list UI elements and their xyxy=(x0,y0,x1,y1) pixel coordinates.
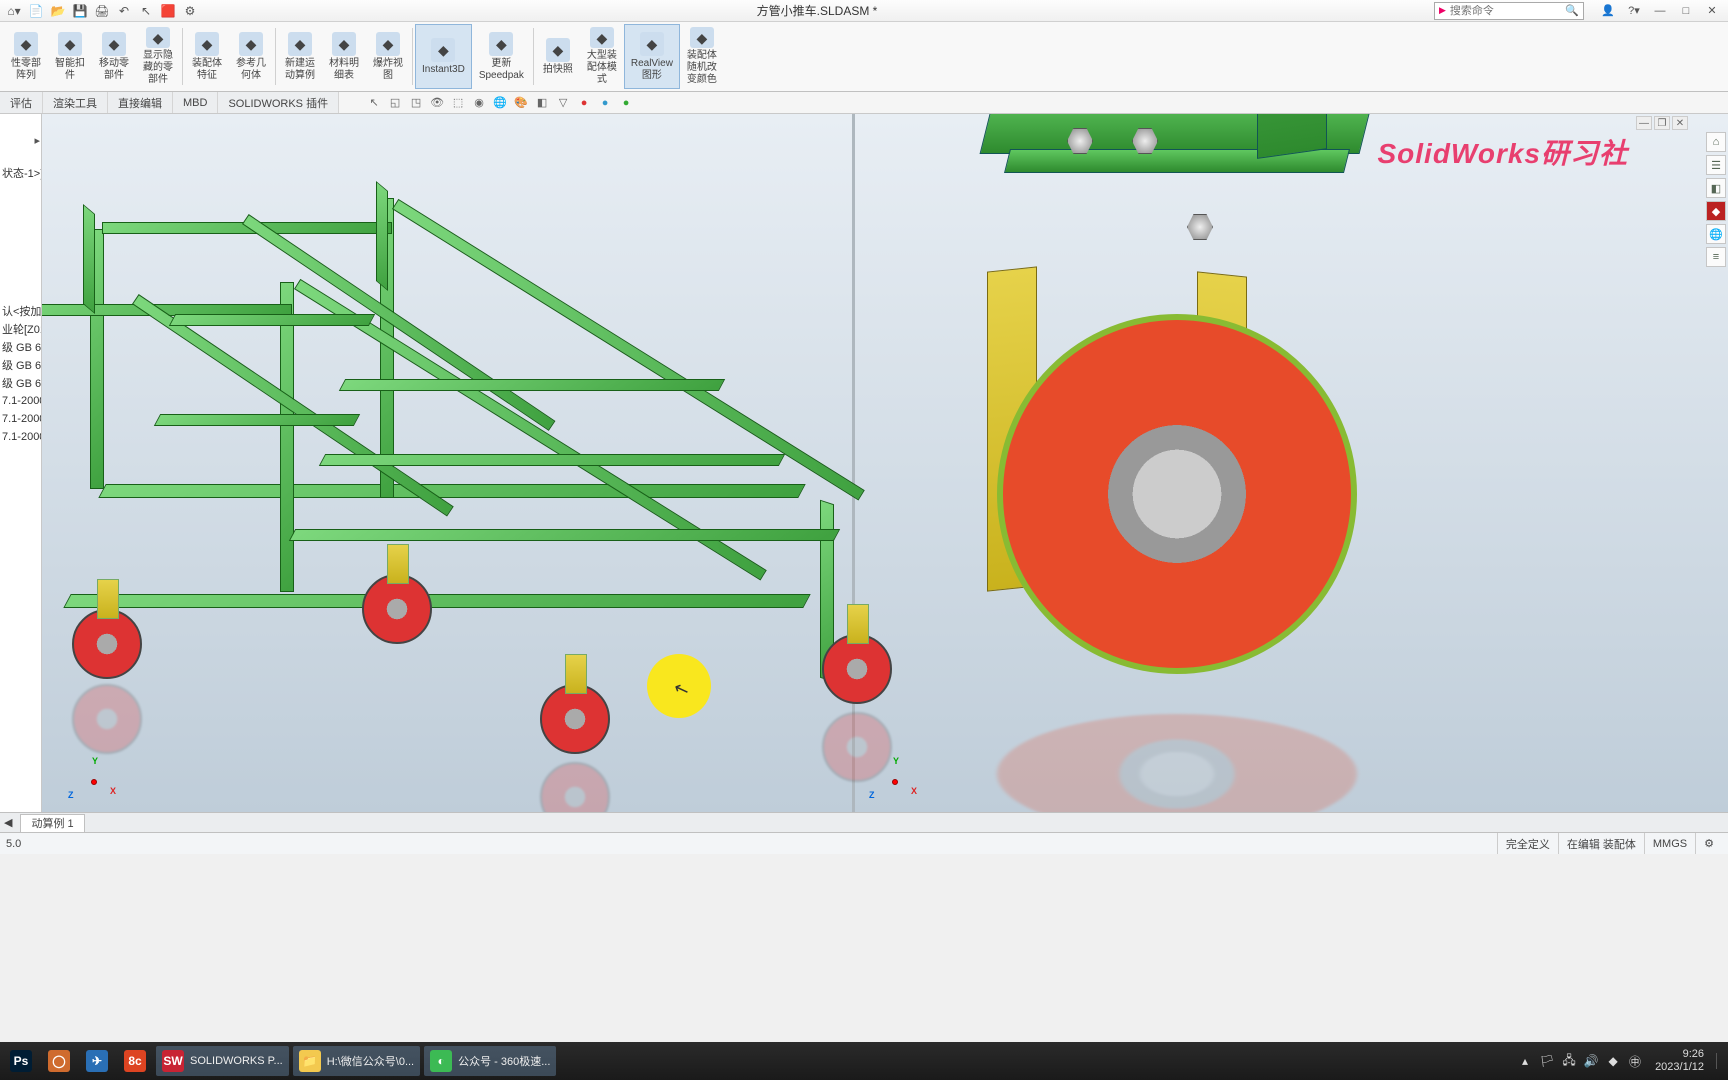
tray-vol-icon[interactable]: 🔊 xyxy=(1583,1053,1599,1069)
cube2-icon[interactable]: ◳ xyxy=(407,94,425,112)
tree-config[interactable]: 状态-1>) xyxy=(0,164,41,182)
app-menu-icon[interactable]: ⌂▾ xyxy=(4,2,24,20)
scene-icon[interactable]: 🌐 xyxy=(491,94,509,112)
tab-直接编辑[interactable]: 直接编辑 xyxy=(108,92,173,113)
taskbar-Ps[interactable]: Ps xyxy=(4,1046,38,1076)
render-icon[interactable]: ● xyxy=(575,94,593,112)
save-icon[interactable]: 💾 xyxy=(70,2,90,20)
taskbar-8c[interactable]: 8c xyxy=(118,1046,152,1076)
open-icon[interactable]: 📂 xyxy=(48,2,68,20)
tree-item[interactable]: 级 GB 61 xyxy=(0,374,41,392)
undo-icon[interactable]: ↶ xyxy=(114,2,134,20)
close-button[interactable]: ✕ xyxy=(1700,3,1724,19)
tray-app-icon[interactable]: ◆ xyxy=(1605,1053,1621,1069)
texture-icon[interactable]: ◧ xyxy=(533,94,551,112)
tree-item[interactable]: 认<按加口 xyxy=(0,302,41,320)
taskbar-H:\微信公众号\0...[interactable]: 📁H:\微信公众号\0... xyxy=(293,1046,420,1076)
tab-评估[interactable]: 评估 xyxy=(0,92,43,113)
ribbon-材料明细表[interactable]: ◆材料明细表 xyxy=(322,24,366,89)
tray-clock[interactable]: 9:26 2023/1/12 xyxy=(1655,1048,1704,1074)
feature-tree[interactable]: ▸ 状态-1>) 认<按加口业轮[Z01-级 GB 61级 GB 61级 GB … xyxy=(0,114,42,812)
status-mode: 在编辑 装配体 xyxy=(1558,833,1644,854)
help-icon[interactable]: ?▾ xyxy=(1622,3,1646,19)
status-left: 5.0 xyxy=(6,838,21,850)
status-defined: 完全定义 xyxy=(1497,833,1558,854)
ribbon-移动零部件[interactable]: ◆移动零部件 xyxy=(92,24,136,89)
ribbon-Instant3D[interactable]: ◆Instant3D xyxy=(415,24,472,89)
user-icon[interactable]: 👤 xyxy=(1596,3,1620,19)
ribbon-显示隐藏的零部件[interactable]: ◆显示隐藏的零部件 xyxy=(136,24,180,89)
ribbon-装配体特征[interactable]: ◆装配体特征 xyxy=(185,24,229,89)
taskbar-SOLIDWORKS P...[interactable]: SWSOLIDWORKS P... xyxy=(156,1046,289,1076)
new-icon[interactable]: 📄 xyxy=(26,2,46,20)
taskbar-公众号 - 360极速...[interactable]: ◐公众号 - 360极速... xyxy=(424,1046,556,1076)
cube-icon[interactable]: ◱ xyxy=(386,94,404,112)
maximize-button[interactable]: □ xyxy=(1674,3,1698,19)
print-icon[interactable]: 🖨 xyxy=(92,2,112,20)
ribbon-爆炸视图[interactable]: ◆爆炸视图 xyxy=(366,24,410,89)
render2-icon[interactable]: ● xyxy=(596,94,614,112)
model-tab-scroll-left-icon[interactable]: ◀ xyxy=(4,816,12,829)
taskbar-◯[interactable]: ◯ xyxy=(42,1046,76,1076)
ribbon-装配体随机改变颜色[interactable]: ◆装配体随机改变颜色 xyxy=(680,24,724,89)
minimize-button[interactable]: — xyxy=(1648,3,1672,19)
search-icon: 🔍 xyxy=(1565,4,1579,17)
status-units[interactable]: MMGS xyxy=(1644,833,1695,854)
show-desktop-button[interactable] xyxy=(1716,1053,1724,1069)
options-icon[interactable]: ⚙ xyxy=(180,2,200,20)
tab-渲染工具[interactable]: 渲染工具 xyxy=(43,92,108,113)
ribbon-大型装配体模式[interactable]: ◆大型装配体模式 xyxy=(580,24,624,89)
select-tool-icon[interactable]: ↖ xyxy=(365,94,383,112)
tree-item[interactable]: 级 GB 61 xyxy=(0,338,41,356)
ribbon-拍快照[interactable]: ◆拍快照 xyxy=(536,24,580,89)
view-icon[interactable]: 👁 xyxy=(428,94,446,112)
right-scene: Y Z X xyxy=(857,114,1728,812)
ribbon-参考几何体[interactable]: ◆参考几何体 xyxy=(229,24,273,89)
tree-collapse-icon[interactable]: ▸ xyxy=(34,134,40,147)
ribbon-更新Speedpak[interactable]: ◆更新Speedpak xyxy=(472,24,531,89)
graphics-viewport[interactable]: — ❐ ✕ SolidWorks研习社 ⌂ ☰ ◧ ◆ 🌐 ≡ xyxy=(42,114,1728,812)
tray-up-icon[interactable]: ▴ xyxy=(1517,1053,1533,1069)
filter-icon[interactable]: ▽ xyxy=(554,94,572,112)
tree-item[interactable]: 业轮[Z01- xyxy=(0,320,41,338)
appearance-icon[interactable]: 🎨 xyxy=(512,94,530,112)
orient-icon[interactable]: ⬚ xyxy=(449,94,467,112)
left-scene: Y Z X ↖ xyxy=(42,114,842,812)
command-search-input[interactable] xyxy=(1450,5,1565,17)
rebuild-icon[interactable]: 🟥 xyxy=(158,2,178,20)
tab-SOLIDWORKS 插件[interactable]: SOLIDWORKS 插件 xyxy=(218,92,339,113)
ribbon-智能扣件[interactable]: ◆智能扣件 xyxy=(48,24,92,89)
render3-icon[interactable]: ● xyxy=(617,94,635,112)
search-run-icon: ▶ xyxy=(1439,5,1446,16)
tree-item[interactable]: 7.1-2000 xyxy=(0,410,41,428)
command-search[interactable]: ▶ 🔍 xyxy=(1434,2,1584,20)
tab-MBD[interactable]: MBD xyxy=(173,92,218,113)
status-gear-icon[interactable]: ⚙ xyxy=(1695,833,1722,854)
tray-flag-icon[interactable]: 🏳 xyxy=(1539,1053,1555,1069)
ribbon-新建运动算例[interactable]: ◆新建运动算例 xyxy=(278,24,322,89)
ribbon-性零部阵列[interactable]: ◆性零部阵列 xyxy=(4,24,48,89)
tree-item[interactable]: 7.1-2000 xyxy=(0,428,41,446)
select-icon[interactable]: ↖ xyxy=(136,2,156,20)
tray-ime-icon[interactable]: ㊥ xyxy=(1627,1053,1643,1069)
tray-net-icon[interactable]: 🖧 xyxy=(1561,1053,1577,1069)
ribbon-RealView图形[interactable]: ◆RealView图形 xyxy=(624,24,680,89)
motion-study-tab[interactable]: 动算例 1 xyxy=(20,814,84,832)
display-icon[interactable]: ◉ xyxy=(470,94,488,112)
taskbar-✈[interactable]: ✈ xyxy=(80,1046,114,1076)
viewport-divider[interactable] xyxy=(852,114,855,812)
document-title: 方管小推车.SLDASM * xyxy=(200,2,1434,19)
tree-item[interactable]: 7.1-2000 xyxy=(0,392,41,410)
tree-item[interactable]: 级 GB 61 xyxy=(0,356,41,374)
wheel-closeup xyxy=(997,314,1357,674)
